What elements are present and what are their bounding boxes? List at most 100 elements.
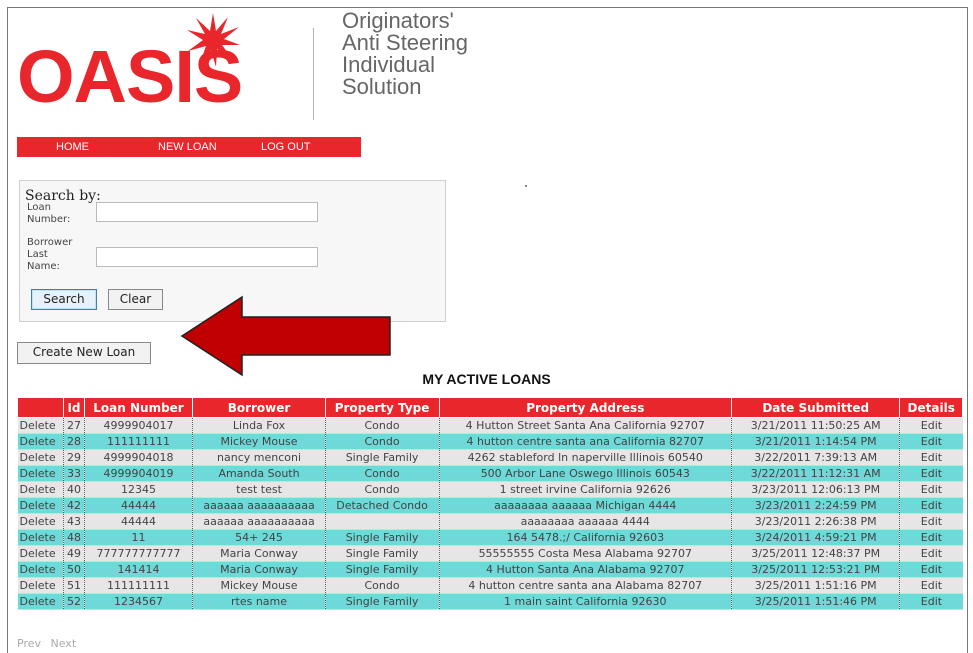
edit-link[interactable]: Edit — [899, 497, 963, 514]
prev-page-link[interactable]: Prev — [17, 637, 41, 650]
borrower-name: 54+ 245 — [192, 529, 326, 546]
property-address: 1 main saint California 92630 — [438, 593, 732, 610]
loan-id: 49 — [63, 545, 85, 562]
loan-number: 44444 — [83, 497, 193, 514]
property-type: Condo — [324, 417, 440, 434]
date-submitted: 3/25/2011 1:51:46 PM — [730, 593, 900, 610]
table-row: Delete 51 111111111 Mickey Mouse Condo 4 hutt… — [17, 577, 963, 594]
my-active-loans-title: MY ACTIVE LOANS — [422, 371, 551, 387]
property-address: aaaaaaaa aaaaaa 4444 — [438, 513, 732, 530]
loan-number: 777777777777 — [83, 545, 193, 562]
table-row: Delete 50 141414 Maria Conway Single Family 4… — [17, 561, 963, 578]
loan-id: 33 — [63, 465, 85, 482]
date-submitted: 3/21/2011 11:50:25 AM — [730, 417, 900, 434]
delete-link[interactable]: Delete — [17, 577, 64, 594]
nav-bar: HOME NEW LOAN LOG OUT — [17, 137, 361, 157]
loan-number: 141414 — [83, 561, 193, 578]
table-row: Delete 43 44444 aaaaaa aaaaaaaaaa aaaaaaaa a… — [17, 513, 963, 530]
property-type — [324, 513, 440, 530]
borrower-last-name-label: Borrower Last Name: — [27, 237, 73, 272]
property-type: Single Family — [324, 545, 440, 562]
column-header-details: Details — [899, 397, 963, 418]
nav-new-loan-link[interactable]: NEW LOAN — [158, 137, 217, 157]
borrower-name: Maria Conway — [192, 545, 326, 562]
tagline-line: Originators' — [342, 8, 454, 33]
loan-id: 51 — [63, 577, 85, 594]
delete-link[interactable]: Delete — [17, 529, 64, 546]
date-submitted: 3/23/2011 12:06:13 PM — [730, 481, 900, 498]
borrower-name: test test — [192, 481, 326, 498]
property-type: Single Family — [324, 529, 440, 546]
date-submitted: 3/23/2011 2:26:38 PM — [730, 513, 900, 530]
table-row: Delete 33 4999904019 Amanda South Condo 500 A… — [17, 465, 963, 482]
delete-link[interactable]: Delete — [17, 433, 64, 450]
create-new-loan-button[interactable]: Create New Loan — [17, 342, 151, 364]
edit-link[interactable]: Edit — [899, 529, 963, 546]
borrower-name: rtes name — [192, 593, 326, 610]
delete-link[interactable]: Delete — [17, 593, 64, 610]
property-address: 4 Hutton Street Santa Ana California 927… — [438, 417, 732, 434]
date-submitted: 3/25/2011 12:48:37 PM — [730, 545, 900, 562]
edit-link[interactable]: Edit — [899, 481, 963, 498]
column-header-property-type: Property Type — [324, 397, 440, 418]
borrower-name: aaaaaa aaaaaaaaaa — [192, 513, 326, 530]
pager: Prev Next — [17, 637, 82, 650]
loan-number-label: Loan Number: — [27, 202, 71, 225]
edit-link[interactable]: Edit — [899, 593, 963, 610]
property-address: 4262 stableford ln naperville Illinois 6… — [438, 449, 732, 466]
column-header-borrower: Borrower — [192, 397, 326, 418]
delete-link[interactable]: Delete — [17, 465, 64, 482]
edit-link[interactable]: Edit — [899, 449, 963, 466]
table-header-row: Id Loan Number Borrower Property Type Pr… — [16, 397, 963, 418]
borrower-name: Mickey Mouse — [192, 577, 326, 594]
column-header-id: Id — [63, 397, 85, 418]
date-submitted: 3/25/2011 12:53:21 PM — [730, 561, 900, 578]
table-row: Delete 40 12345 test test Condo 1 street irvi… — [17, 481, 963, 498]
table-row: Delete 29 4999904018 nancy menconi Single Fa… — [17, 449, 963, 466]
property-type: Condo — [324, 577, 440, 594]
delete-link[interactable]: Delete — [17, 545, 64, 562]
edit-link[interactable]: Edit — [899, 561, 963, 578]
edit-link[interactable]: Edit — [899, 465, 963, 482]
oasis-logo: OASIS — [17, 35, 243, 118]
delete-link[interactable]: Delete — [17, 417, 64, 434]
column-header-date-submitted: Date Submitted — [730, 397, 901, 418]
edit-link[interactable]: Edit — [899, 577, 963, 594]
search-button[interactable]: Search — [31, 289, 97, 310]
edit-link[interactable]: Edit — [899, 433, 963, 450]
date-submitted: 3/24/2011 4:59:21 PM — [730, 529, 900, 546]
delete-link[interactable]: Delete — [17, 449, 64, 466]
column-header-loan-number: Loan Number — [83, 397, 194, 418]
loan-id: 28 — [63, 433, 85, 450]
loan-number: 11 — [83, 529, 193, 546]
property-address: 1 street irvine California 92626 — [438, 481, 732, 498]
property-address: aaaaaaaa aaaaaa Michigan 4444 — [438, 497, 732, 514]
loan-number: 44444 — [83, 513, 193, 530]
borrower-name: nancy menconi — [192, 449, 326, 466]
tagline-line: Individual — [342, 52, 435, 77]
edit-link[interactable]: Edit — [899, 417, 963, 434]
property-address: 55555555 Costa Mesa Alabama 92707 — [438, 545, 732, 562]
loan-number: 4999904018 — [83, 449, 193, 466]
delete-link[interactable]: Delete — [17, 481, 64, 498]
clear-button[interactable]: Clear — [108, 289, 163, 310]
property-address: 4 hutton centre santa ana California 827… — [438, 433, 732, 450]
nav-log-out-link[interactable]: LOG OUT — [261, 137, 311, 157]
column-header-action — [16, 397, 65, 418]
property-address: 4 Hutton Santa Ana Alabama 92707 — [438, 561, 732, 578]
nav-home-link[interactable]: HOME — [56, 137, 89, 157]
borrower-name: Mickey Mouse — [192, 433, 326, 450]
delete-link[interactable]: Delete — [17, 513, 64, 530]
loan-number-input[interactable] — [96, 202, 318, 222]
date-submitted: 3/22/2011 11:12:31 AM — [730, 465, 900, 482]
edit-link[interactable]: Edit — [899, 545, 963, 562]
borrower-last-name-input[interactable] — [96, 247, 318, 267]
loan-number: 4999904019 — [83, 465, 193, 482]
loan-number: 4999904017 — [83, 417, 193, 434]
table-row: Delete 27 4999904017 Linda Fox Condo 4 Hutton… — [17, 417, 963, 434]
date-submitted: 3/21/2011 1:14:54 PM — [730, 433, 900, 450]
delete-link[interactable]: Delete — [17, 497, 64, 514]
edit-link[interactable]: Edit — [899, 513, 963, 530]
delete-link[interactable]: Delete — [17, 561, 64, 578]
next-page-link[interactable]: Next — [51, 637, 77, 650]
